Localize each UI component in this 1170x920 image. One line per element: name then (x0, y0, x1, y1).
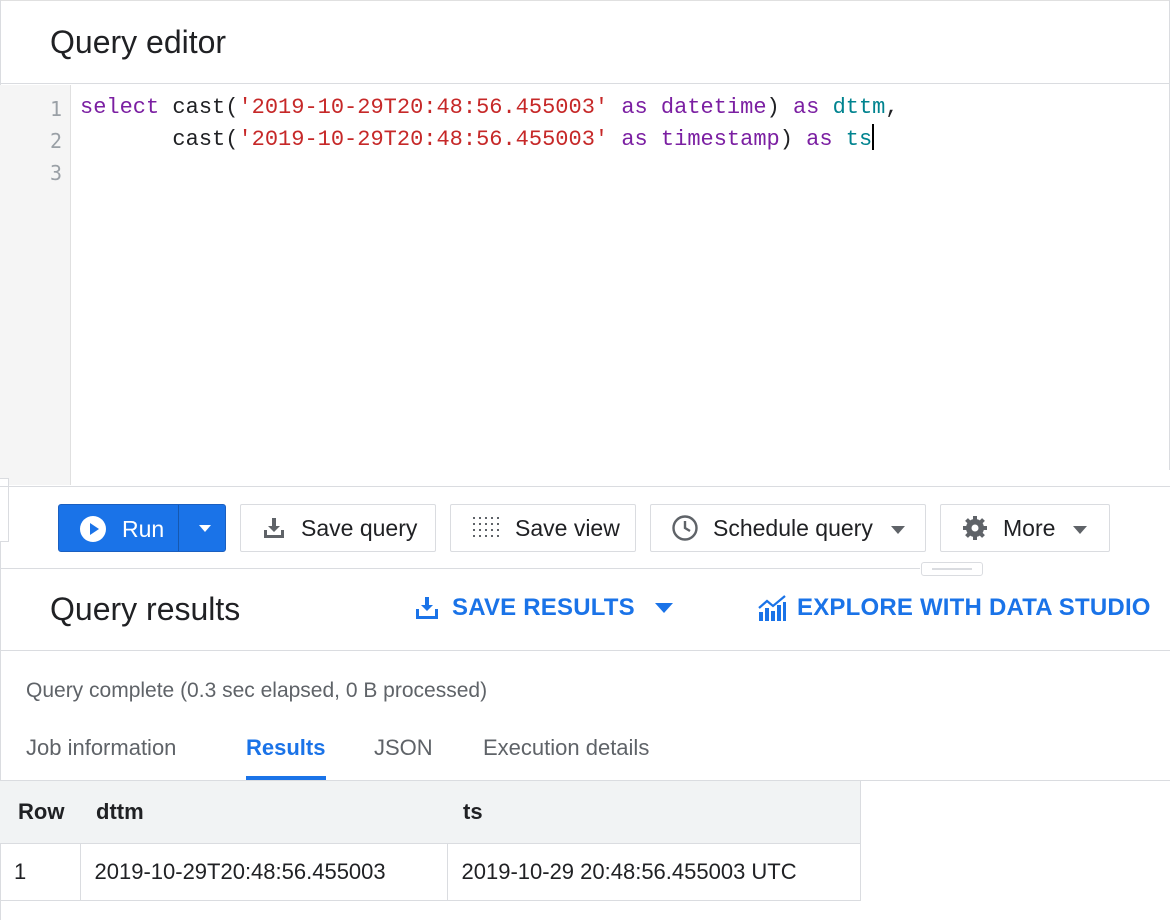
tab-json[interactable]: JSON (374, 735, 433, 761)
code-line: select cast('2019-10-29T20:48:56.455003'… (80, 92, 899, 124)
dotted-grid-icon (471, 515, 501, 541)
code-token: ) (779, 127, 807, 152)
code-token: as (621, 127, 648, 152)
code-token: ts (845, 127, 873, 152)
tab-job-information[interactable]: Job information (26, 735, 176, 761)
download-tray-icon (261, 515, 287, 541)
schedule-query-label: Schedule query (713, 514, 873, 541)
run-button-label: Run (122, 516, 165, 542)
code-token: as (792, 95, 820, 120)
line-number: 3 (49, 161, 62, 185)
run-button[interactable]: Run (58, 504, 226, 552)
column-header-ts: ts (447, 781, 861, 844)
save-query-button[interactable]: Save query (240, 504, 436, 552)
chevron-down-icon (889, 515, 907, 542)
column-header-row: Row (0, 781, 80, 844)
side-panel-tab[interactable] (0, 478, 9, 542)
save-results-button[interactable]: SAVE RESULTS (414, 594, 675, 622)
clock-icon (671, 514, 699, 542)
line-number-gutter: 1 2 3 (0, 85, 71, 485)
bar-chart-icon (757, 594, 787, 622)
play-circle-icon (79, 515, 107, 549)
run-split-divider (178, 505, 179, 551)
gear-icon (961, 514, 989, 542)
code-token: '2019-10-29T20:48:56.455003' (238, 127, 609, 152)
column-header-dttm: dttm (80, 781, 447, 844)
code-token: as (621, 95, 648, 120)
code-token: datetime (660, 95, 767, 120)
more-label: More (1003, 514, 1056, 541)
save-query-label: Save query (301, 514, 418, 541)
results-top-divider (0, 568, 920, 569)
chevron-down-icon (653, 601, 675, 615)
caret-down-icon[interactable] (192, 515, 218, 547)
schedule-query-button[interactable]: Schedule query (650, 504, 926, 552)
code-token: as (806, 127, 833, 152)
line-number: 2 (49, 129, 62, 153)
code-token: select (80, 95, 160, 120)
explore-label: EXPLORE WITH DATA STUDIO (797, 594, 1151, 621)
results-title: Query results (50, 591, 241, 627)
results-header-divider (0, 650, 1170, 651)
text-cursor (872, 124, 875, 150)
code-token: dttm (832, 95, 886, 120)
results-table: Row dttm ts 1 2019-10-29T20:48:56.455003… (0, 781, 861, 901)
save-view-button[interactable]: Save view (450, 504, 636, 552)
table-row: 1 2019-10-29T20:48:56.455003 2019-10-29 … (0, 843, 861, 901)
cell-dttm: 2019-10-29T20:48:56.455003 (80, 843, 448, 901)
resize-handle[interactable] (921, 562, 983, 576)
code-token: ) (766, 95, 793, 120)
tab-execution-details[interactable]: Execution details (483, 735, 649, 761)
explore-data-studio-button[interactable]: EXPLORE WITH DATA STUDIO (757, 594, 1151, 622)
table-header-row: Row dttm ts (0, 781, 861, 844)
editor-title: Query editor (50, 24, 227, 60)
editor-header: Query editor (0, 0, 1170, 84)
chevron-down-icon (1071, 515, 1089, 542)
code-token: '2019-10-29T20:48:56.455003' (238, 95, 609, 120)
tab-results[interactable]: Results (246, 735, 325, 761)
download-tray-icon (414, 595, 440, 621)
code-token: , (885, 95, 899, 120)
save-view-label: Save view (515, 514, 620, 541)
sql-code-editor[interactable]: select cast('2019-10-29T20:48:56.455003'… (80, 92, 899, 188)
save-results-label: SAVE RESULTS (452, 594, 635, 621)
cell-ts: 2019-10-29 20:48:56.455003 UTC (447, 843, 861, 901)
code-token: timestamp (660, 127, 780, 152)
line-number: 1 (49, 97, 62, 121)
code-token: cast( (159, 95, 239, 120)
code-token: cast( (80, 127, 239, 152)
code-line: cast('2019-10-29T20:48:56.455003' as tim… (80, 124, 899, 156)
more-button[interactable]: More (940, 504, 1110, 552)
toolbar-divider (0, 486, 1170, 487)
cell-row-number: 1 (0, 843, 81, 901)
query-status-text: Query complete (0.3 sec elapsed, 0 B pro… (26, 679, 488, 702)
